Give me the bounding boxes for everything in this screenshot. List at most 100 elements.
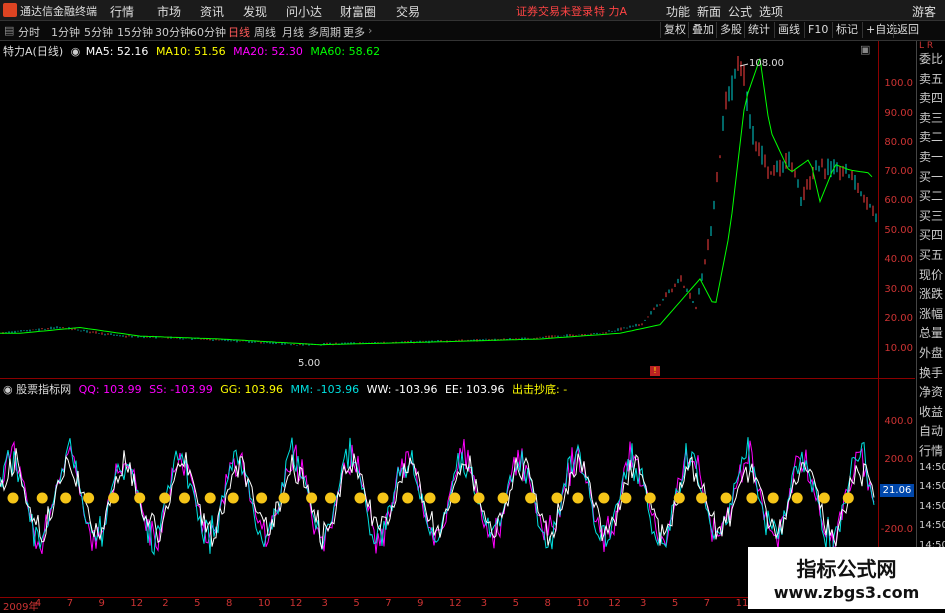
price-tick: 50.00 (884, 225, 913, 236)
side-panel-item[interactable]: 卖一 (919, 148, 943, 165)
high-price-label: 108.00 (749, 58, 784, 69)
date-tick: 2 (162, 598, 169, 609)
period-15min[interactable]: 15分钟 (117, 24, 153, 40)
buy-signal-icon (306, 492, 318, 504)
date-tick: 8 (544, 598, 551, 609)
candlestick-chart[interactable]: 特力A(日线) ◉ MA5: 52.16 MA10: 51.56 MA20: 5… (0, 41, 878, 378)
menu-item-news[interactable]: 资讯 (200, 3, 224, 20)
menu-item-options[interactable]: 选项 (759, 3, 783, 20)
menu-item-new-page[interactable]: 新面 (697, 3, 721, 20)
back-button[interactable]: 返回 (893, 22, 922, 38)
period-30min[interactable]: 30分钟 (155, 24, 191, 40)
side-panel-item[interactable]: 卖二 (919, 128, 943, 145)
side-panel-item[interactable]: 14:50 (919, 481, 945, 492)
buy-signal-icon (551, 492, 563, 504)
side-panel-item[interactable]: 行情 (919, 442, 943, 459)
period-5min[interactable]: 5分钟 (84, 24, 113, 40)
price-tick: 100.0 (884, 78, 913, 89)
buy-signal-icon (644, 492, 656, 504)
period-multi[interactable]: 多周期 (308, 24, 341, 40)
side-panel-item[interactable]: 买二 (919, 187, 943, 204)
indicator-chart[interactable]: ◉ 股票指标网 QQ: 103.99 SS: -103.99 GG: 103.9… (0, 379, 878, 597)
login-warning[interactable]: 证券交易未登录 (516, 3, 593, 19)
indicator-line-qq (0, 438, 875, 555)
buy-signal-icon (842, 492, 854, 504)
app-logo-icon (3, 3, 17, 17)
menu-item-function[interactable]: 功能 (666, 3, 690, 20)
quote-side-panel: L R 委比 卖五 卖四 卖三 卖二 卖一 买一 买二 买三 买四 买五 现价 涨跌 涨幅 总量 外盘 换手 净资… (916, 41, 945, 610)
multi-stock-button[interactable]: 多股 (716, 22, 745, 38)
menu-item-market-center[interactable]: 市场 (157, 3, 181, 20)
side-panel-item[interactable]: 14:50 (919, 462, 945, 473)
overlay-button[interactable]: 叠加 (688, 22, 717, 38)
f10-button[interactable]: F10 (804, 22, 831, 38)
menu-item-discover[interactable]: 发现 (243, 3, 267, 20)
event-marker-icon[interactable]: ! (650, 366, 660, 376)
price-tick: 70.00 (884, 166, 913, 177)
date-tick: 7 (385, 598, 392, 609)
more-chevron-icon[interactable]: › (368, 24, 372, 37)
period-1min[interactable]: 1分钟 (51, 24, 80, 40)
buy-signal-icon (767, 492, 779, 504)
side-panel-item[interactable]: 卖四 (919, 89, 943, 106)
price-tick: 10.00 (884, 343, 913, 354)
buy-signal-icon (83, 492, 95, 504)
price-tick: 60.00 (884, 195, 913, 206)
period-intraday[interactable]: 分时 (18, 24, 40, 40)
indicator-tick: 200.0 (884, 454, 913, 465)
side-panel-item[interactable]: 收益 (919, 403, 943, 420)
buy-signal-icon (696, 492, 708, 504)
menu-item-formula[interactable]: 公式 (728, 3, 752, 20)
side-panel-item[interactable]: 外盘 (919, 344, 943, 361)
menu-item-trade[interactable]: 交易 (396, 3, 420, 20)
menu-item-guest[interactable]: 游客 (912, 3, 936, 20)
buy-signal-icon (36, 492, 48, 504)
date-tick: 5 (512, 598, 519, 609)
side-panel-item[interactable]: 买五 (919, 246, 943, 263)
side-panel-item[interactable]: 买三 (919, 207, 943, 224)
buy-signal-icon (473, 492, 485, 504)
date-tick: 7 (66, 598, 74, 609)
indicator-line-ww (0, 448, 875, 550)
period-monthly[interactable]: 月线 (282, 24, 304, 40)
side-panel-item[interactable]: 委比 (919, 50, 943, 67)
price-tick: 30.00 (884, 284, 913, 295)
side-panel-item[interactable]: 换手 (919, 364, 943, 381)
period-more[interactable]: 更多 (343, 24, 365, 40)
side-panel-item[interactable]: 总量 (919, 324, 943, 341)
app-title: 通达信金融终端 (20, 5, 97, 18)
period-weekly[interactable]: 周线 (254, 24, 276, 40)
side-panel-item[interactable]: 净资 (919, 383, 943, 400)
statistics-button[interactable]: 统计 (744, 22, 773, 38)
price-plot (0, 56, 877, 346)
date-tick: 10 (576, 598, 590, 609)
menu-bar: 通达信金融终端 行情 市场 资讯 发现 问小达 财富圈 交易 证券交易未登录 特… (0, 0, 945, 21)
side-panel-item[interactable]: 卖三 (919, 109, 943, 126)
side-panel-item[interactable]: 卖五 (919, 70, 943, 87)
mark-button[interactable]: 标记 (832, 22, 861, 38)
price-tick: 20.00 (884, 313, 913, 324)
indicator-tick: -200.0 (880, 524, 913, 535)
side-panel-item[interactable]: 买一 (919, 168, 943, 185)
side-panel-item[interactable]: 14:50 (919, 520, 945, 531)
indicator-line-mm (0, 437, 875, 558)
side-panel-item[interactable]: 涨幅 (919, 305, 943, 322)
side-panel-item[interactable]: 涨跌 (919, 285, 943, 302)
side-panel-item[interactable]: 买四 (919, 226, 943, 243)
menu-item-ask[interactable]: 问小达 (286, 3, 322, 20)
adjust-button[interactable]: 复权 (660, 22, 689, 38)
menu-item-wealth[interactable]: 财富圈 (340, 3, 376, 20)
side-panel-item[interactable]: 自动 (919, 422, 943, 439)
period-60min[interactable]: 60分钟 (190, 24, 226, 40)
side-panel-item[interactable]: 现价 (919, 266, 943, 283)
buy-signal-icon (746, 492, 758, 504)
side-panel-item[interactable]: 14:50 (919, 501, 945, 512)
draw-line-button[interactable]: 画线 (774, 22, 803, 38)
menu-item-market[interactable]: 行情 (110, 3, 134, 20)
buy-signal-icon (377, 492, 389, 504)
period-daily[interactable]: 日线 (228, 24, 250, 40)
buy-signal-icon (204, 492, 216, 504)
date-tick: 11 (735, 598, 749, 609)
buy-signal-icon (256, 492, 268, 504)
price-tick: 80.00 (884, 137, 913, 148)
